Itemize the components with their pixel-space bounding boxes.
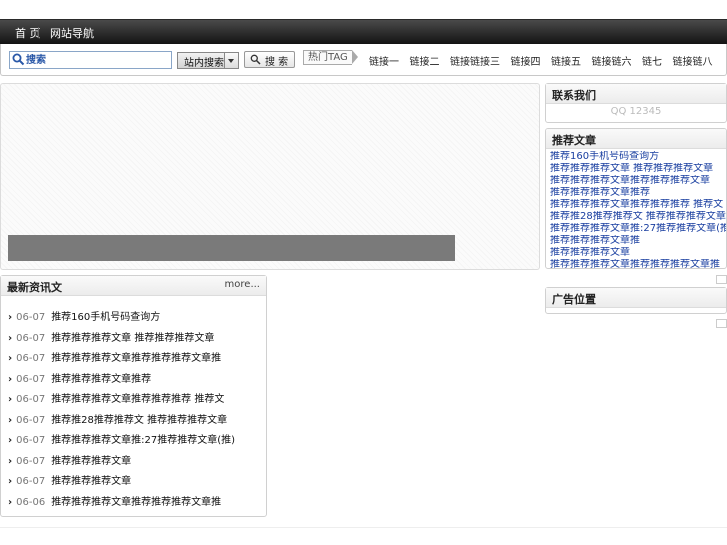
broken-image-icon [716, 275, 727, 284]
bullet-arrow-icon: › [8, 394, 13, 405]
list-item[interactable]: › 06-07 推荐推荐推荐文章 [8, 452, 266, 473]
more-link[interactable]: more... [225, 279, 260, 290]
nav-divider [38, 27, 39, 38]
news-panel: 最新资讯文 more... › 06-07 推荐160手机号码查询方 › 06-07 推… [0, 275, 267, 517]
search-button[interactable]: 搜 索 [244, 51, 295, 68]
banner-caption-bar [8, 235, 455, 261]
ads-panel: 广告位置 [545, 287, 727, 314]
search-category-select[interactable]: 站内搜索搜 [177, 52, 239, 69]
quick-link[interactable]: 链接二 [410, 57, 440, 68]
bullet-arrow-icon: › [8, 373, 13, 385]
contact-qq: QQ 12345 [610, 106, 662, 117]
news-date: 06-07 [16, 455, 46, 467]
bullet-arrow-icon: › [8, 312, 13, 323]
footer-divider [0, 527, 727, 528]
list-item[interactable]: › 06-07 推荐推28推荐推荐文 推荐推荐推荐文章 [8, 411, 266, 432]
nav-home-link[interactable]: 首 页 [15, 25, 41, 41]
news-date: 06-07 [16, 353, 46, 364]
panel-header: 最新资讯文 more... [1, 276, 266, 296]
panel-header: 广告位置 [546, 288, 726, 308]
search-box [9, 51, 172, 69]
search-bar: 站内搜索搜 搜 索 热门TAG 链接一 链接二 链接链接三 链接四 链接五 链接… [0, 44, 727, 76]
news-title[interactable]: 推荐推荐推荐文章推荐推荐推荐 推荐文 [51, 394, 224, 405]
quick-link[interactable]: 链接一 [369, 57, 399, 68]
panel-title: 推荐文章 [552, 134, 596, 147]
news-date: 06-07 [16, 394, 46, 405]
panel-header: 推荐文章 [546, 129, 726, 149]
nav-section-link[interactable]: 网站导航 [50, 25, 94, 41]
tag-arrow-icon [351, 50, 358, 64]
list-item[interactable]: 推荐推荐推荐文章推:27推荐推荐文章(推) [550, 223, 726, 235]
top-nav-bar: 首 页 网站导航 [0, 19, 727, 45]
news-title[interactable]: 推荐推荐推荐文章推:27推荐推荐文章(推) [51, 435, 235, 446]
search-input[interactable] [26, 52, 166, 68]
hot-tag-label: 热门TAG [303, 50, 352, 65]
bullet-arrow-icon: › [8, 435, 13, 446]
bullet-arrow-icon: › [8, 353, 13, 364]
news-title[interactable]: 推荐推荐推荐文章 [51, 456, 131, 467]
list-item[interactable]: › 06-07 推荐推荐推荐文章推荐推荐推荐 推荐文 [8, 390, 266, 411]
bullet-arrow-icon: › [8, 332, 13, 344]
panel-title: 联系我们 [552, 89, 596, 102]
list-item[interactable]: › 06-07 推荐推荐推荐文章推荐 [8, 370, 266, 391]
quick-link[interactable]: 链接链六 [592, 57, 632, 68]
list-item[interactable]: 推荐推荐推荐文章推荐推荐推荐文章推 [550, 259, 726, 268]
panel-title: 最新资讯文 [7, 281, 62, 294]
news-list: › 06-07 推荐160手机号码查询方 › 06-07 推荐推荐推荐文章 推荐推荐推荐… [1, 296, 266, 513]
news-date: 06-07 [16, 414, 46, 426]
quick-link[interactable]: 链接五 [551, 57, 581, 68]
news-title[interactable]: 推荐推荐推荐文章 推荐推荐推荐文章 [51, 333, 214, 344]
news-title[interactable]: 推荐推荐推荐文章 [51, 476, 131, 487]
list-item[interactable]: 推荐推荐推荐文章推荐推荐推荐 推荐文 [550, 199, 726, 211]
news-date: 06-07 [16, 476, 46, 487]
list-item[interactable]: › 06-07 推荐推荐推荐文章 推荐推荐推荐文章 [8, 329, 266, 350]
list-item[interactable]: › 06-06 推荐推荐推荐文章推荐推荐推荐文章推 [8, 493, 266, 514]
list-item[interactable]: › 06-07 推荐推荐推荐文章 [8, 472, 266, 493]
news-title[interactable]: 推荐推荐推荐文章推荐推荐推荐文章推 [51, 353, 221, 364]
bullet-arrow-icon: › [8, 455, 13, 467]
list-item[interactable]: › 06-07 推荐160手机号码查询方 [8, 308, 266, 329]
news-date: 06-07 [16, 435, 46, 446]
quick-links: 链接一 链接二 链接链接三 链接四 链接五 链接链六 链七 链接链八 [369, 53, 720, 68]
panel-header: 联系我们 [546, 84, 726, 104]
news-date: 06-07 [16, 312, 46, 323]
bullet-arrow-icon: › [8, 414, 13, 426]
banner-slideshow[interactable] [0, 83, 540, 270]
list-item[interactable]: 推荐推荐推荐文章 [550, 247, 726, 259]
list-item[interactable]: 推荐推荐推荐文章推荐 [550, 187, 726, 199]
list-item[interactable]: 推荐160手机号码查询方 [550, 151, 726, 163]
magnifier-icon [250, 54, 261, 65]
hot-tag-button[interactable]: 热门TAG [303, 50, 358, 65]
search-icon [12, 53, 25, 66]
broken-image-icon [716, 319, 727, 328]
news-title[interactable]: 推荐推荐推荐文章推荐 [51, 374, 151, 385]
list-item[interactable]: 推荐推荐推荐文章推荐推荐推荐文章 [550, 175, 726, 187]
quick-link[interactable]: 链接链接三 [450, 57, 500, 68]
recommended-list: 推荐160手机号码查询方 推荐推荐推荐文章 推荐推荐推荐文章 推荐推荐推荐文章推… [546, 149, 726, 268]
list-item[interactable]: › 06-07 推荐推荐推荐文章推:27推荐推荐文章(推) [8, 431, 266, 452]
news-title[interactable]: 推荐推28推荐推荐文 推荐推荐推荐文章 [51, 415, 227, 426]
chevron-down-icon[interactable] [224, 52, 239, 69]
recommended-panel: 推荐文章 推荐160手机号码查询方 推荐推荐推荐文章 推荐推荐推荐文章 推荐推荐… [545, 128, 727, 269]
list-item[interactable]: 推荐推28推荐推荐文 推荐推荐推荐文章 [550, 211, 726, 223]
news-title[interactable]: 推荐160手机号码查询方 [51, 312, 160, 323]
list-item[interactable]: 推荐推荐推荐文章 推荐推荐推荐文章 [550, 163, 726, 175]
bullet-arrow-icon: › [8, 496, 13, 508]
quick-link[interactable]: 链接四 [511, 57, 541, 68]
news-date: 06-06 [16, 496, 46, 508]
list-item[interactable]: 推荐推荐推荐文章推 [550, 235, 726, 247]
news-date: 06-07 [16, 332, 46, 344]
search-button-label: 搜 索 [265, 57, 289, 68]
contact-panel: 联系我们 QQ 12345 [545, 83, 727, 123]
quick-link[interactable]: 链接链八 [673, 57, 713, 68]
quick-link[interactable]: 链七 [642, 57, 662, 68]
list-item[interactable]: › 06-07 推荐推荐推荐文章推荐推荐推荐文章推 [8, 349, 266, 370]
news-title[interactable]: 推荐推荐推荐文章推荐推荐推荐文章推 [51, 497, 221, 508]
news-date: 06-07 [16, 373, 46, 385]
bullet-arrow-icon: › [8, 476, 13, 487]
panel-title: 广告位置 [552, 293, 596, 306]
